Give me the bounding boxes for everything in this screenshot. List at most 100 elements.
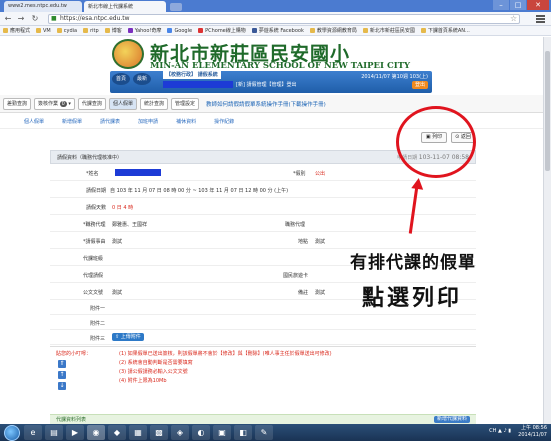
folder-icon: [36, 28, 42, 33]
browser-tab-bar: www2.mes.ntpc.edu.tw 新北市線上代課系統 – □ ✕: [0, 0, 551, 12]
vs-icon[interactable]: ◆: [108, 425, 126, 440]
page-icon: [309, 28, 315, 33]
app-icon[interactable]: ▣: [213, 425, 231, 440]
page-icon: [420, 28, 426, 33]
bookmark-item[interactable]: ritp: [83, 26, 99, 35]
app-icon[interactable]: ▩: [150, 425, 168, 440]
system-name: 【校務行政】 請假系統: [163, 70, 221, 79]
folder-icon[interactable]: ▤: [45, 425, 63, 440]
annotation-text-1: 有排代課的假單: [350, 253, 476, 273]
ie-icon[interactable]: e: [24, 425, 42, 440]
remark-value: 測試: [315, 290, 326, 296]
notes-box: 貼您的小叮嚀： (1) 如果假單已送出簽核，則該假單將不會於【修改】與【刪除】(…: [50, 346, 476, 386]
redacted-name: [115, 169, 161, 178]
bookmark-item[interactable]: Google: [167, 26, 192, 35]
facebook-icon: [251, 28, 257, 33]
leave-date-range: 自 103 年 11 月 07 日 08 時 00 分 ~ 103 年 11 月…: [110, 188, 289, 194]
subnav-log[interactable]: 操作紀錄: [214, 118, 234, 125]
bookmark-item[interactable]: 夢遊系統 Facebook: [251, 26, 304, 35]
bookmarks-bar: 應用程式 VM cydia ritp 博客 Yahoo!奇摩 Google PC…: [0, 26, 551, 36]
url-input[interactable]: ■ https://esa.ntpc.edu.tw: [48, 14, 520, 24]
upload-attachment-button[interactable]: ⇪ 上傳附件: [112, 333, 144, 341]
folder-icon: [56, 28, 62, 33]
note-item: (4) 附件上限為10Mb: [119, 378, 167, 384]
menu-substitute-query[interactable]: 代課查詢: [77, 97, 106, 110]
yahoo-icon: [127, 28, 133, 33]
form-row: 附件二: [50, 315, 476, 330]
notification-badge: 0: [59, 100, 67, 107]
forward-arrow-icon[interactable]: →: [16, 14, 26, 24]
window-controls: – □ ✕: [492, 0, 549, 10]
bookmark-item[interactable]: cydia: [56, 26, 77, 35]
reload-icon[interactable]: ↻: [30, 14, 40, 24]
system-tray[interactable]: CH ▲ ♪ ▮: [489, 428, 511, 434]
lock-icon: ■: [51, 15, 57, 22]
app-icon[interactable]: ▦: [129, 425, 147, 440]
manual-link[interactable]: 教師如何請假請假單系統操作手冊(下載操作手冊): [206, 100, 326, 108]
chrome-icon[interactable]: ◉: [87, 425, 105, 440]
home-button[interactable]: 首頁: [112, 73, 130, 85]
minimize-button[interactable]: –: [493, 0, 509, 10]
add-substitute-button[interactable]: 新增代課資料: [433, 416, 470, 423]
menu-personal-leave[interactable]: 個人假單: [108, 97, 137, 110]
bookmark-item[interactable]: 新北市新莊區民安國: [362, 26, 415, 35]
doc-number: 測試: [112, 290, 123, 296]
media-player-icon[interactable]: ▶: [66, 425, 84, 440]
subnav-substitute-form[interactable]: 請代課表: [100, 118, 120, 125]
browser-tab-active[interactable]: 新北市線上代課系統: [84, 1, 166, 12]
bookmark-item[interactable]: 博客: [104, 26, 122, 35]
start-button[interactable]: [4, 424, 20, 441]
url-text: https://esa.ntpc.edu.tw: [60, 15, 130, 22]
bookmark-item[interactable]: 應用程式: [3, 26, 30, 35]
news-button[interactable]: 最新: [133, 73, 151, 85]
page-scrollbar[interactable]: [543, 37, 551, 424]
menu-approval[interactable]: 簽核作業 0 ▾: [34, 97, 75, 110]
bookmark-item[interactable]: 教學資源網教育局: [309, 26, 357, 35]
annotation-text-2: 點選列印: [362, 286, 463, 311]
app-icon[interactable]: ◈: [171, 425, 189, 440]
folder-icon: [104, 28, 110, 33]
bookmark-item[interactable]: 下課首頁系統AN...: [420, 26, 470, 35]
agent-names: 鄭雅惠、王國祥: [112, 222, 148, 228]
note-item: (1) 如果假單已送出簽核，則該假單將不會於【修改】與【刪除】(唯人事主任於假單…: [119, 351, 332, 357]
scrollbar-thumb[interactable]: [545, 51, 550, 171]
form-row: 附件三 ⇪ 上傳附件: [50, 330, 476, 345]
subnav-personal-leave[interactable]: 個人假單: [24, 118, 44, 125]
menu-settings[interactable]: 管理設定: [170, 97, 199, 110]
bookmark-item[interactable]: Yahoo!奇摩: [127, 26, 161, 35]
subnav-overtime[interactable]: 加班申請: [138, 118, 158, 125]
app-icon[interactable]: ◐: [192, 425, 210, 440]
redacted-username: [163, 81, 233, 88]
scroll-top-icon[interactable]: ⇑: [58, 360, 66, 368]
bookmark-star-icon[interactable]: ☆: [510, 14, 517, 23]
substitute-list-title: 代課資料列表: [56, 417, 87, 423]
paint-icon[interactable]: ✎: [255, 425, 273, 440]
menu-statistics[interactable]: 統計查詢: [139, 97, 168, 110]
browser-menu-icon[interactable]: [536, 15, 545, 23]
pchome-icon: [198, 28, 204, 33]
notes-heading: 貼您的小叮嚀：: [56, 351, 92, 357]
subnav-comp-leave[interactable]: 補休資料: [176, 118, 196, 125]
close-window-button[interactable]: ✕: [527, 0, 549, 10]
new-tab-button[interactable]: [170, 3, 182, 11]
browser-tab[interactable]: www2.mes.ntpc.edu.tw: [4, 1, 82, 12]
site-header: 新北市新莊區民安國小 MIN-AN ELEMENTARY SCHOOL OF N…: [110, 39, 432, 93]
scroll-up-icon[interactable]: ↑: [58, 371, 66, 379]
menu-attendance-query[interactable]: 差勤查詢: [3, 97, 32, 110]
user-info: [新] 請假管理【管理】登出: [163, 81, 297, 88]
back-arrow-icon[interactable]: ←: [3, 14, 13, 24]
app-icon[interactable]: ◧: [234, 425, 252, 440]
logout-button[interactable]: 登出: [411, 81, 428, 89]
bookmark-item[interactable]: VM: [36, 26, 51, 35]
scroll-down-icon[interactable]: ↓: [58, 382, 66, 390]
school-logo: [112, 39, 144, 69]
page-icon: [362, 28, 368, 33]
subnav-new-leave[interactable]: 新增假單: [62, 118, 82, 125]
maximize-button[interactable]: □: [510, 0, 526, 10]
bookmark-item[interactable]: PChome線上購物: [198, 26, 246, 35]
folder-icon: [83, 28, 89, 33]
windows-taskbar: e ▤ ▶ ◉ ◆ ▦ ▩ ◈ ◐ ▣ ◧ ✎ CH ▲ ♪ ▮ 上午 08:5…: [0, 424, 551, 441]
clock[interactable]: 上午 08:56 2014/11/07: [518, 425, 547, 439]
form-title: 請假資料（職務代理核准中）: [57, 155, 123, 161]
form-row: *請假事由 測試 地點 測試: [50, 232, 476, 249]
